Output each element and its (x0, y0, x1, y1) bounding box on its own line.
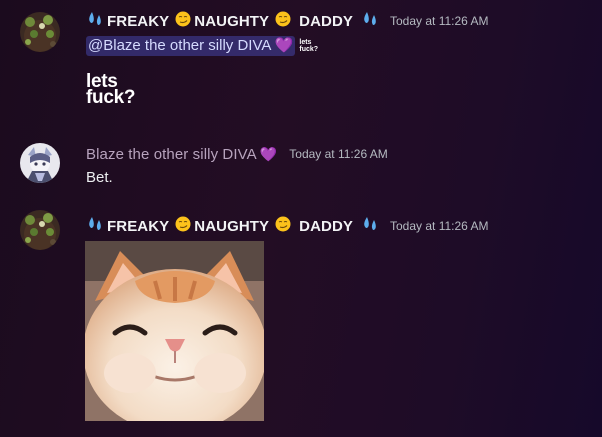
purple-heart-icon: 💜 (274, 37, 294, 54)
sweat-droplets-icon (361, 11, 379, 31)
character-avatar-icon (20, 143, 60, 183)
plant-avatar-icon (20, 210, 60, 250)
avatar-freaky-daddy[interactable] (20, 210, 60, 250)
message-text: Bet. (86, 169, 113, 186)
mention-label: @Blaze the other silly DIVA (88, 37, 271, 54)
smiling-cat-image[interactable] (85, 241, 264, 421)
smirk-emoji-icon (175, 11, 191, 31)
purple-heart-icon: 💜 (259, 145, 278, 162)
sweat-droplets-icon (86, 11, 104, 31)
avatar-freaky-daddy[interactable] (20, 12, 60, 52)
timestamp[interactable]: Today at 11:26 AM (390, 219, 489, 233)
sticker-line-2: fuck? (86, 87, 136, 108)
cat-icon (85, 241, 264, 421)
username-part-1: FREAKY (107, 12, 170, 30)
message-header: Blaze the other silly DIVA 💜 Today at 11… (86, 144, 388, 164)
username[interactable]: Blaze the other silly DIVA 💜 (86, 146, 277, 163)
username-label: Blaze the other silly DIVA (86, 145, 257, 163)
username-part-3: DADDY (299, 217, 353, 235)
message-header: FREAKY NAUGHTY DADDY Today at 11:26 AM (86, 11, 489, 31)
message-content: @Blaze the other silly DIVA 💜 lets fuck? (86, 36, 325, 56)
small-sticker-text: lets fuck? (299, 39, 319, 54)
message-content: Bet. (86, 169, 113, 186)
username-part-3: DADDY (299, 12, 353, 30)
sweat-droplets-icon (86, 216, 104, 236)
avatar-blaze[interactable] (20, 143, 60, 183)
sticker[interactable]: lets fuck? (86, 72, 146, 108)
message-header: FREAKY NAUGHTY DADDY Today at 11:26 AM (86, 216, 489, 236)
smirk-emoji-icon (275, 216, 291, 236)
username[interactable]: FREAKY NAUGHTY DADDY (86, 216, 382, 236)
plant-avatar-icon (20, 12, 60, 52)
username-part-2: NAUGHTY (194, 12, 270, 30)
user-mention[interactable]: @Blaze the other silly DIVA 💜 (86, 36, 296, 56)
smirk-emoji-icon (275, 11, 291, 31)
timestamp[interactable]: Today at 11:26 AM (289, 147, 388, 161)
username-part-1: FREAKY (107, 217, 170, 235)
username-part-2: NAUGHTY (194, 217, 270, 235)
timestamp[interactable]: Today at 11:26 AM (390, 14, 489, 28)
smirk-emoji-icon (175, 216, 191, 236)
sweat-droplets-icon (361, 216, 379, 236)
username[interactable]: FREAKY NAUGHTY DADDY (86, 11, 382, 31)
